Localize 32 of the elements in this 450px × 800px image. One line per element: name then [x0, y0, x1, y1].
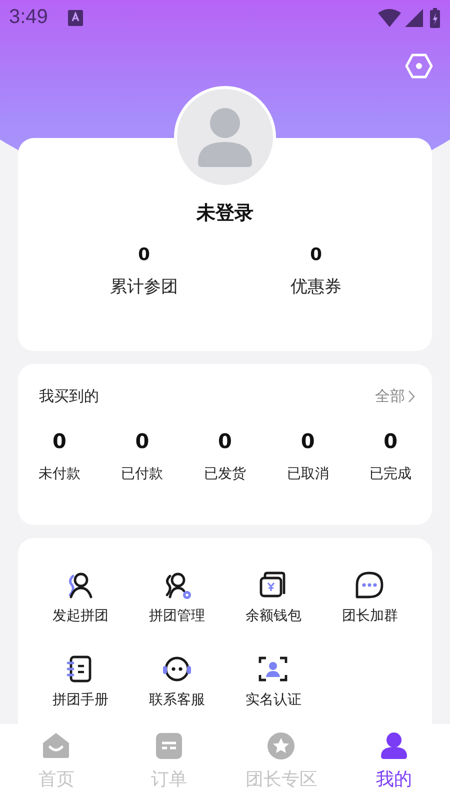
order-status-item[interactable]: 0 已取消	[266, 428, 350, 484]
headset-face-icon	[160, 654, 193, 684]
order-status-item[interactable]: 0 已发货	[184, 428, 266, 484]
service-item[interactable]: 发起拼团	[52, 606, 108, 626]
person-icon	[380, 732, 408, 760]
service-item[interactable]: 联系客服	[148, 690, 205, 710]
id-scan-icon	[257, 654, 290, 684]
service-item[interactable]: 团长加群	[342, 606, 398, 626]
tab-item[interactable]: 我的	[376, 732, 412, 792]
chevron-right-icon	[408, 390, 415, 402]
stat-value: 0	[310, 244, 322, 266]
section-title: 我买到的	[39, 386, 99, 406]
battery-icon	[430, 8, 440, 28]
order-status-item[interactable]: 0 未付款	[18, 428, 101, 484]
service-item[interactable]: 余额钱包	[245, 606, 302, 626]
home-icon	[42, 732, 70, 760]
stat-label: 优惠券	[290, 276, 342, 298]
status-time: 3:49	[9, 6, 48, 29]
signal-icon	[405, 8, 423, 26]
settings-icon	[405, 53, 433, 79]
chat-bubble-icon	[354, 570, 386, 600]
service-item[interactable]: 实名认证	[245, 690, 302, 710]
order-status-item[interactable]: 0 已完成	[349, 428, 432, 484]
wifi-icon	[378, 8, 401, 26]
service-item[interactable]: 拼团管理	[148, 606, 205, 626]
stat-value: 0	[138, 244, 150, 266]
list-icon	[154, 732, 183, 760]
service-item[interactable]: 拼团手册	[52, 690, 108, 710]
stat-label: 累计参团	[110, 276, 178, 298]
view-all-link[interactable]: 全部	[375, 386, 415, 406]
order-status-item[interactable]: 0 已付款	[100, 428, 184, 484]
user-name: 未登录	[195, 201, 254, 226]
